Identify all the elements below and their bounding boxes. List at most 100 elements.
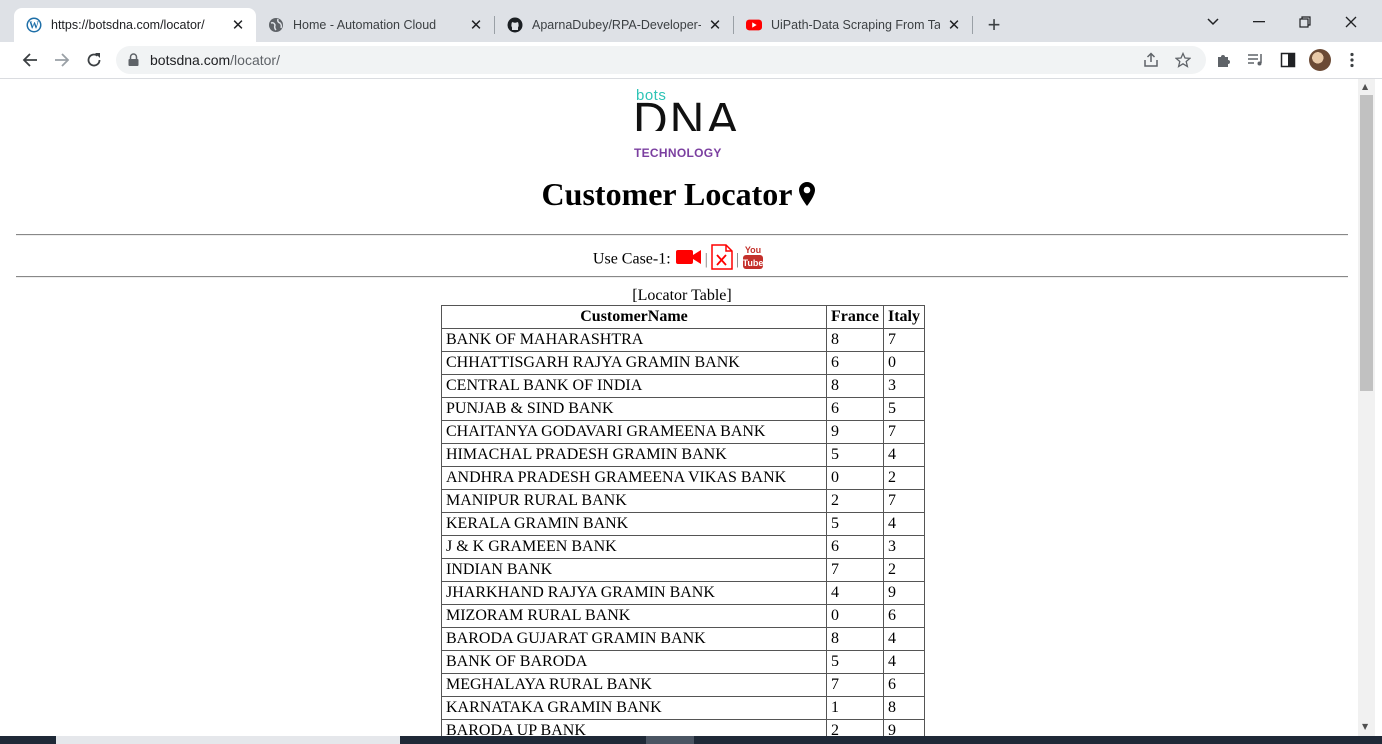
cell-customer-name: HIMACHAL PRADESH GRAMIN BANK: [441, 443, 827, 467]
table-row: MANIPUR RURAL BANK 2 7: [441, 489, 925, 513]
table-row: CHHATTISGARH RAJYA GRAMIN BANK 6 0: [441, 351, 925, 375]
close-tab-icon[interactable]: ✕: [468, 17, 484, 34]
tab-botsdna-locator[interactable]: W https://botsdna.com/locator/ ✕: [14, 8, 256, 42]
cell-france: 6: [826, 351, 884, 375]
use-case-row: Use Case-1: | | You Tube: [0, 244, 1358, 275]
tab-title: Home - Automation Cloud: [293, 18, 437, 32]
separator-text: |: [735, 250, 740, 268]
close-tab-icon[interactable]: ✕: [230, 17, 246, 34]
more-menu-icon[interactable]: [1342, 50, 1362, 70]
cell-customer-name: CHHATTISGARH RAJYA GRAMIN BANK: [441, 351, 827, 375]
table-row: PUNJAB & SIND BANK 6 5: [441, 397, 925, 421]
table-caption: [Locator Table]: [632, 287, 732, 304]
profile-avatar[interactable]: [1309, 49, 1331, 71]
youtube-icon[interactable]: You Tube: [742, 244, 764, 275]
close-tab-icon[interactable]: ✕: [946, 17, 962, 34]
close-window-icon[interactable]: [1336, 10, 1366, 34]
excel-file-icon[interactable]: [711, 244, 733, 275]
cell-italy: 5: [883, 397, 925, 421]
cell-italy: 9: [883, 581, 925, 605]
scroll-up-arrow-icon[interactable]: ▲: [1362, 82, 1371, 91]
forward-icon[interactable]: [50, 48, 74, 72]
divider: [16, 276, 1348, 278]
cell-customer-name: INDIAN BANK: [441, 558, 827, 582]
vertical-scrollbar[interactable]: ▲ ▼: [1358, 79, 1375, 736]
cell-customer-name: KERALA GRAMIN BANK: [441, 512, 827, 536]
cell-france: 0: [826, 466, 884, 490]
scroll-down-arrow-icon[interactable]: ▼: [1362, 722, 1371, 731]
cell-italy: 7: [883, 328, 925, 352]
cell-france: 5: [826, 443, 884, 467]
cell-italy: 6: [883, 604, 925, 628]
youtube-you-text: You: [745, 245, 761, 255]
cell-italy: 9: [883, 719, 925, 736]
cell-italy: 4: [883, 512, 925, 536]
cell-customer-name: BARODA GUJARAT GRAMIN BANK: [441, 627, 827, 651]
cell-customer-name: CHAITANYA GODAVARI GRAMEENA BANK: [441, 420, 827, 444]
side-panel-icon[interactable]: [1278, 50, 1298, 70]
map-pin-icon: [798, 178, 816, 215]
bookmark-star-icon[interactable]: [1174, 51, 1192, 69]
cell-customer-name: JHARKHAND RAJYA GRAMIN BANK: [441, 581, 827, 605]
tab-title: https://botsdna.com/locator/: [51, 18, 205, 32]
close-tab-icon[interactable]: ✕: [707, 17, 723, 34]
new-tab-button[interactable]: +: [982, 12, 1006, 37]
cell-france: 6: [826, 397, 884, 421]
cell-italy: 7: [883, 489, 925, 513]
divider: [16, 234, 1348, 236]
taskbar-app-button[interactable]: [646, 736, 694, 744]
cell-italy: 3: [883, 374, 925, 398]
wordpress-icon: W: [26, 17, 42, 33]
tab-automation-cloud[interactable]: Home - Automation Cloud ✕: [256, 8, 494, 42]
tab-search-icon[interactable]: [1198, 10, 1228, 34]
table-row: KARNATAKA GRAMIN BANK 1 8: [441, 696, 925, 720]
logo-technology-text: TECHNOLOGY: [634, 146, 722, 160]
minimize-icon[interactable]: [1244, 10, 1274, 34]
column-header-customername: CustomerName: [441, 305, 827, 329]
cell-italy: 8: [883, 696, 925, 720]
cell-italy: 0: [883, 351, 925, 375]
cell-customer-name: CENTRAL BANK OF INDIA: [441, 374, 827, 398]
cell-france: 5: [826, 512, 884, 536]
scrollbar-thumb[interactable]: [1360, 95, 1373, 391]
taskbar-search-box[interactable]: [56, 736, 400, 744]
cell-customer-name: BANK OF MAHARASHTRA: [441, 328, 827, 352]
globe-icon: [268, 17, 284, 33]
tab-youtube-video[interactable]: UiPath-Data Scraping From Table ✕: [734, 8, 972, 42]
reload-icon[interactable]: [82, 48, 106, 72]
github-icon: [507, 17, 523, 33]
restore-icon[interactable]: [1290, 10, 1320, 34]
table-row: BARODA GUJARAT GRAMIN BANK 8 4: [441, 627, 925, 651]
table-row: MEGHALAYA RURAL BANK 7 6: [441, 673, 925, 697]
cell-customer-name: J & K GRAMEEN BANK: [441, 535, 827, 559]
table-row: KERALA GRAMIN BANK 5 4: [441, 512, 925, 536]
lock-icon[interactable]: [128, 53, 139, 71]
back-icon[interactable]: [18, 48, 42, 72]
cell-france: 2: [826, 489, 884, 513]
cell-italy: 6: [883, 673, 925, 697]
table-header-row: CustomerName France Italy: [441, 305, 925, 329]
cell-italy: 4: [883, 627, 925, 651]
table-row: INDIAN BANK 7 2: [441, 558, 925, 582]
address-bar[interactable]: botsdna.com/locator/: [116, 46, 1206, 74]
table-row: BANK OF BARODA 5 4: [441, 650, 925, 674]
column-header-italy: Italy: [883, 305, 925, 329]
tab-strip: W https://botsdna.com/locator/ ✕ Home - …: [0, 0, 1382, 42]
video-camera-icon[interactable]: [675, 247, 702, 272]
botsdna-logo[interactable]: bots DNA TECHNOLOGY: [632, 87, 738, 160]
cell-france: 9: [826, 420, 884, 444]
extensions-icon[interactable]: [1214, 50, 1234, 70]
separator-text: |: [704, 250, 708, 268]
tab-title: UiPath-Data Scraping From Table: [771, 18, 940, 32]
cell-italy: 4: [883, 443, 925, 467]
page-title: Customer Locator: [0, 176, 1358, 215]
svg-text:W: W: [29, 21, 39, 32]
cell-france: 0: [826, 604, 884, 628]
tab-github-repo[interactable]: AparnaDubey/RPA-Developer-in ✕: [495, 8, 733, 42]
table-row: JHARKHAND RAJYA GRAMIN BANK 4 9: [441, 581, 925, 605]
table-row: ANDHRA PRADESH GRAMEENA VIKAS BANK 0 2: [441, 466, 925, 490]
cell-france: 8: [826, 328, 884, 352]
share-icon[interactable]: [1142, 51, 1160, 69]
cell-italy: 4: [883, 650, 925, 674]
media-queue-icon[interactable]: [1246, 50, 1266, 70]
